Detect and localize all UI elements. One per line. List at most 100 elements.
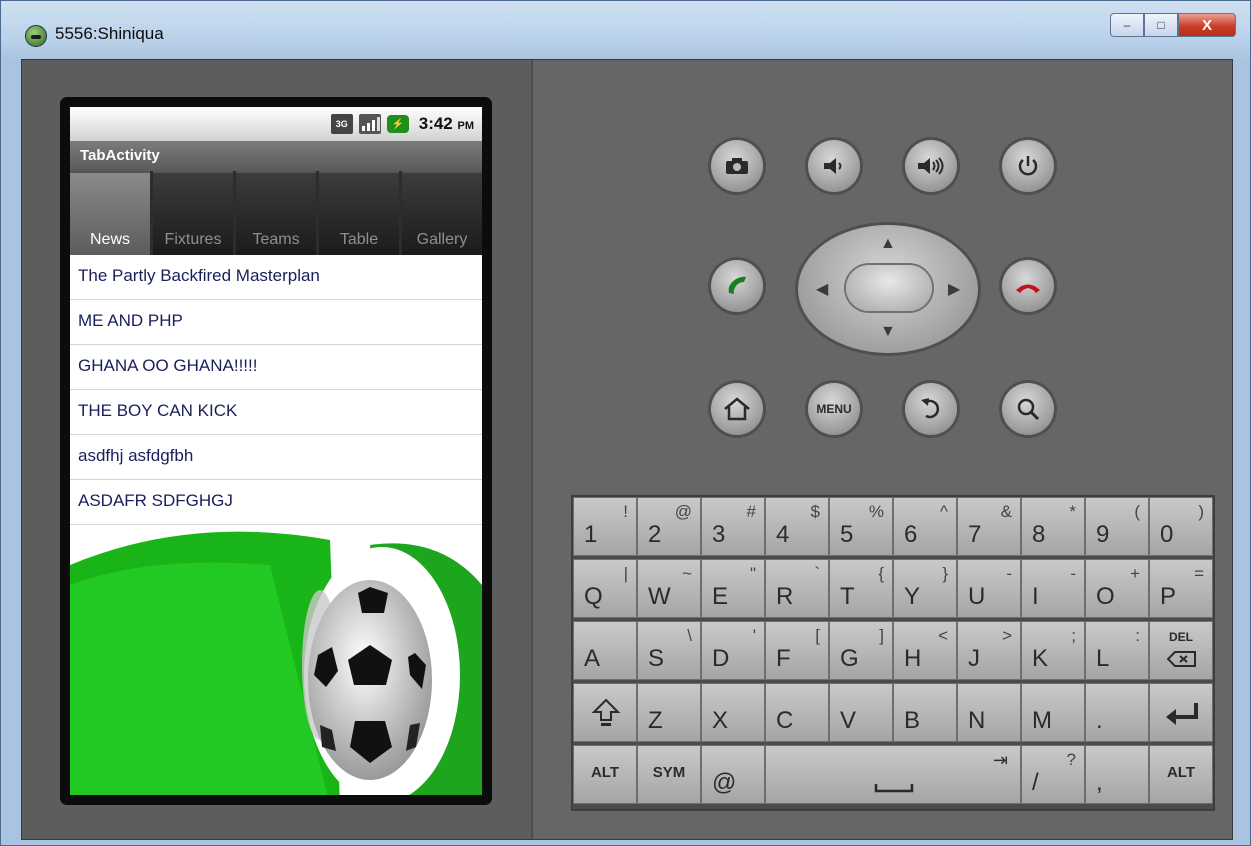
news-list: The Partly Backfired Masterplan ME AND P… [70, 255, 482, 525]
key-period[interactable]: . [1085, 683, 1149, 742]
search-icon [1017, 398, 1040, 421]
window-controls: – □ X [1110, 13, 1236, 37]
key-q[interactable]: Q | [573, 559, 637, 618]
list-item[interactable]: The Partly Backfired Masterplan [70, 255, 482, 300]
key-w[interactable]: W ~ [637, 559, 701, 618]
key-v[interactable]: V [829, 683, 893, 742]
signal-icon [358, 114, 381, 134]
key-s[interactable]: S \ [637, 621, 701, 680]
back-button[interactable] [905, 383, 957, 435]
window-title: 5556:Shiniqua [55, 24, 164, 43]
menu-button[interactable]: MENU [808, 383, 860, 435]
key-at[interactable]: @ [701, 745, 765, 804]
key-alt-left[interactable]: ALT [573, 745, 637, 804]
list-item[interactable]: GHANA OO GHANA!!!!! [70, 345, 482, 390]
key-2[interactable]: 2 @ [637, 497, 701, 556]
key-n[interactable]: N [957, 683, 1021, 742]
key-6[interactable]: 6 ^ [893, 497, 957, 556]
key-f[interactable]: F[ [765, 621, 829, 680]
camera-icon [726, 158, 748, 174]
tab-news[interactable]: News [70, 171, 150, 255]
key-8[interactable]: 8 * [1021, 497, 1085, 556]
home-button[interactable] [711, 383, 763, 435]
emulator-client: 3G ⚡ 3:42 PM TabActivity News Fixtures T… [21, 59, 1233, 840]
title-bar[interactable]: 5556:Shiniqua – □ X [1, 1, 1250, 59]
key-l[interactable]: L: [1085, 621, 1149, 680]
key-slash[interactable]: /? [1021, 745, 1085, 804]
key-comma[interactable]: , [1085, 745, 1149, 804]
key-5[interactable]: 5% [829, 497, 893, 556]
key-h[interactable]: H < [893, 621, 957, 680]
android-app-icon [25, 25, 47, 47]
key-7[interactable]: 7 & [957, 497, 1021, 556]
list-item[interactable]: asdfhj asfdgfbh [70, 435, 482, 480]
end-call-button[interactable] [1002, 260, 1054, 312]
key-4[interactable]: 4 $ [765, 497, 829, 556]
list-item[interactable]: THE BOY CAN KICK [70, 390, 482, 435]
close-button[interactable]: X [1178, 13, 1236, 37]
key-9[interactable]: 9( [1085, 497, 1149, 556]
key-shift[interactable] [573, 683, 637, 742]
key-z[interactable]: Z [637, 683, 701, 742]
dpad-up-icon[interactable]: ▲ [880, 235, 896, 253]
key-u[interactable]: U- [957, 559, 1021, 618]
key-alt-right[interactable]: ALT [1149, 745, 1213, 804]
3g-icon: 3G [330, 114, 353, 134]
clock: 3:42 PM [418, 114, 474, 133]
key-e[interactable]: E " [701, 559, 765, 618]
dpad-center-button[interactable] [846, 265, 932, 311]
call-button[interactable] [711, 260, 763, 312]
back-icon [921, 398, 940, 419]
volume-up-button[interactable] [905, 140, 957, 192]
key-b[interactable]: B [893, 683, 957, 742]
key-sym[interactable]: SYM [637, 745, 701, 804]
dpad-left-icon[interactable]: ◀ [816, 279, 828, 299]
shift-icon [592, 698, 620, 726]
key-3[interactable]: 3 # [701, 497, 765, 556]
key-delete[interactable]: DEL [1149, 621, 1213, 680]
key-0[interactable]: 0) [1149, 497, 1213, 556]
tab-bar: News Fixtures Teams Table Gallery [70, 171, 482, 255]
volume-down-button[interactable] [808, 140, 860, 192]
volume-down-icon [824, 158, 842, 174]
camera-button[interactable] [711, 140, 763, 192]
dpad[interactable]: ▲ ▼ ◀ ▶ [798, 225, 978, 353]
key-d[interactable]: D ' [701, 621, 765, 680]
power-icon [1018, 156, 1038, 176]
key-x[interactable]: X [701, 683, 765, 742]
tab-teams[interactable]: Teams [236, 171, 316, 255]
maximize-button[interactable]: □ [1144, 13, 1178, 37]
key-g[interactable]: G] [829, 621, 893, 680]
power-button[interactable] [1002, 140, 1054, 192]
screen-pane: 3G ⚡ 3:42 PM TabActivity News Fixtures T… [22, 60, 531, 839]
phone-bezel: 3G ⚡ 3:42 PM TabActivity News Fixtures T… [60, 97, 492, 805]
key-enter[interactable] [1149, 683, 1213, 742]
key-m[interactable]: M [1021, 683, 1085, 742]
key-space[interactable]: ⇥ [765, 745, 1021, 804]
key-j[interactable]: J > [957, 621, 1021, 680]
key-y[interactable]: Y} [893, 559, 957, 618]
key-i[interactable]: I- [1021, 559, 1085, 618]
tab-table[interactable]: Table [319, 171, 399, 255]
key-t[interactable]: T{ [829, 559, 893, 618]
phone-screen[interactable]: 3G ⚡ 3:42 PM TabActivity News Fixtures T… [70, 107, 482, 795]
dpad-right-icon[interactable]: ▶ [948, 279, 960, 299]
list-item[interactable]: ASDAFR SDFGHGJ [70, 480, 482, 525]
key-o[interactable]: O + [1085, 559, 1149, 618]
end-call-icon [1016, 284, 1040, 293]
key-k[interactable]: K; [1021, 621, 1085, 680]
key-1[interactable]: 1! [573, 497, 637, 556]
list-item[interactable]: ME AND PHP [70, 300, 482, 345]
backspace-icon [1167, 651, 1196, 667]
status-bar: 3G ⚡ 3:42 PM [70, 107, 482, 141]
key-c[interactable]: C [765, 683, 829, 742]
search-button[interactable] [1002, 383, 1054, 435]
key-a[interactable]: A [573, 621, 637, 680]
minimize-button[interactable]: – [1110, 13, 1144, 37]
dpad-down-icon[interactable]: ▼ [880, 323, 896, 341]
tab-gallery[interactable]: Gallery [402, 171, 482, 255]
key-r[interactable]: R ` [765, 559, 829, 618]
football-banner-image [70, 525, 482, 795]
tab-fixtures[interactable]: Fixtures [153, 171, 233, 255]
key-p[interactable]: P = [1149, 559, 1213, 618]
